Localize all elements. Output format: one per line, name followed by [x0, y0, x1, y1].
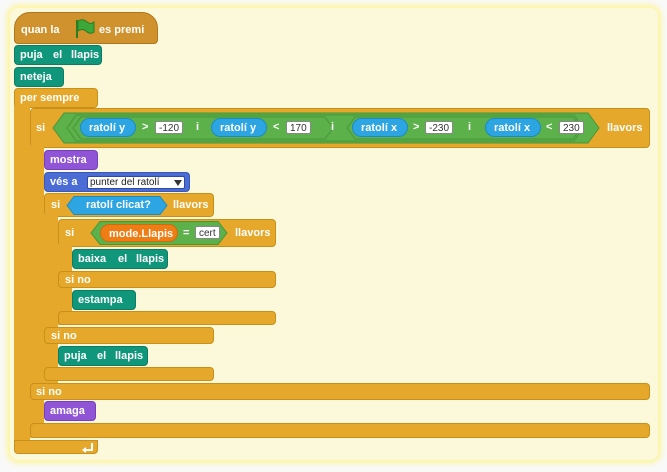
else-mouse-bar: si no	[44, 327, 214, 344]
and-label-2: i	[331, 121, 335, 133]
stamp-label: estampa	[78, 294, 123, 306]
forever-bottom	[14, 440, 98, 454]
if-mouse-label: si	[51, 199, 61, 211]
pen-up-block-2[interactable]: puja el llapis	[58, 346, 148, 366]
hat-label-before: quan la	[21, 24, 60, 36]
hat-label-after: es premi	[99, 24, 145, 36]
goto-label: vés a	[50, 176, 78, 188]
goto-target-dropdown[interactable]: punter del ratolí	[87, 176, 185, 189]
stamp-block[interactable]: estampa	[72, 290, 136, 310]
if-mouse-bottom	[44, 367, 214, 381]
pen-down-block[interactable]: baixa el llapis	[72, 249, 168, 269]
x-min-input[interactable]: -230	[425, 121, 454, 134]
pen-up-2-word-1: puja	[64, 350, 87, 362]
else-outer-bar: si no	[30, 383, 650, 400]
if-outer-bottom	[30, 423, 650, 438]
if-mode-label: si	[65, 227, 75, 239]
pen-up-word-1: puja	[20, 49, 43, 61]
mouse-y-reporter[interactable]: ratolí y	[80, 118, 136, 137]
x-max-input[interactable]: 230	[559, 121, 584, 134]
forever-label: per sempre	[20, 92, 80, 104]
clear-block[interactable]: neteja	[14, 67, 64, 87]
mode-variable-label: mode.Llapis	[109, 228, 174, 240]
else-outer-label: si no	[36, 386, 62, 398]
gt-symbol: >	[142, 121, 149, 133]
forever-block[interactable]: per sempre	[14, 88, 98, 108]
lt-symbol: <	[273, 121, 280, 133]
mouse-y-label-2: ratolí y	[220, 122, 257, 134]
pen-up-2-word-2: el	[97, 350, 107, 362]
show-label: mostra	[50, 154, 87, 166]
mode-variable-reporter[interactable]: mode.Llapis	[100, 224, 178, 242]
and-label-3: i	[468, 121, 472, 133]
else-mouse-label: si no	[51, 330, 77, 342]
mouse-x-reporter-2[interactable]: ratolí x	[485, 118, 541, 137]
mouse-y-reporter-2[interactable]: ratolí y	[211, 118, 267, 137]
hide-label: amaga	[50, 405, 85, 417]
else-mode-label: si no	[65, 274, 91, 286]
if-mouse-arm	[44, 215, 58, 383]
clear-label: neteja	[20, 71, 52, 83]
pen-down-word-1: baixa	[78, 253, 107, 265]
pen-up-word-3: llapis	[71, 49, 100, 61]
chevron-down-icon	[174, 180, 182, 186]
eq-symbol: =	[183, 227, 190, 239]
mouse-x-label-2: ratolí x	[494, 122, 531, 134]
mouse-x-label: ratolí x	[361, 122, 398, 134]
pen-up-block[interactable]: puja el llapis	[14, 45, 102, 65]
if-outer-label: si	[36, 122, 46, 134]
when-flag-clicked-hat[interactable]: quan la es premi	[14, 12, 158, 44]
forever-arm	[14, 106, 30, 442]
gt-symbol-2: >	[413, 121, 420, 133]
pen-down-word-2: el	[118, 253, 128, 265]
then-mouse-label: llavors	[173, 199, 209, 211]
mouse-down-label: ratolí clicat?	[86, 199, 151, 211]
then-outer-label: llavors	[607, 122, 643, 134]
show-block[interactable]: mostra	[44, 150, 98, 170]
and-label-1: i	[196, 121, 200, 133]
hide-block[interactable]: amaga	[44, 401, 96, 421]
mouse-y-label: ratolí y	[89, 122, 126, 134]
else-mode-bar: si no	[58, 271, 276, 288]
then-mode-label: llavors	[235, 227, 271, 239]
pen-down-word-3: llapis	[136, 253, 165, 265]
if-mode-bottom	[58, 311, 276, 325]
true-value-input[interactable]: cert	[195, 226, 220, 239]
lt-symbol-2: <	[546, 121, 553, 133]
pen-up-word-2: el	[53, 49, 63, 61]
mouse-x-reporter[interactable]: ratolí x	[352, 118, 408, 137]
goto-target-value: punter del ratolí	[90, 177, 160, 188]
y-min-input[interactable]: -120	[155, 121, 184, 134]
goto-block[interactable]: vés a punter del ratolí	[44, 172, 190, 192]
green-flag-icon	[76, 19, 95, 38]
loop-arrow-icon	[82, 443, 93, 453]
pen-up-2-word-3: llapis	[115, 350, 144, 362]
y-max-input[interactable]: 170	[286, 121, 311, 134]
